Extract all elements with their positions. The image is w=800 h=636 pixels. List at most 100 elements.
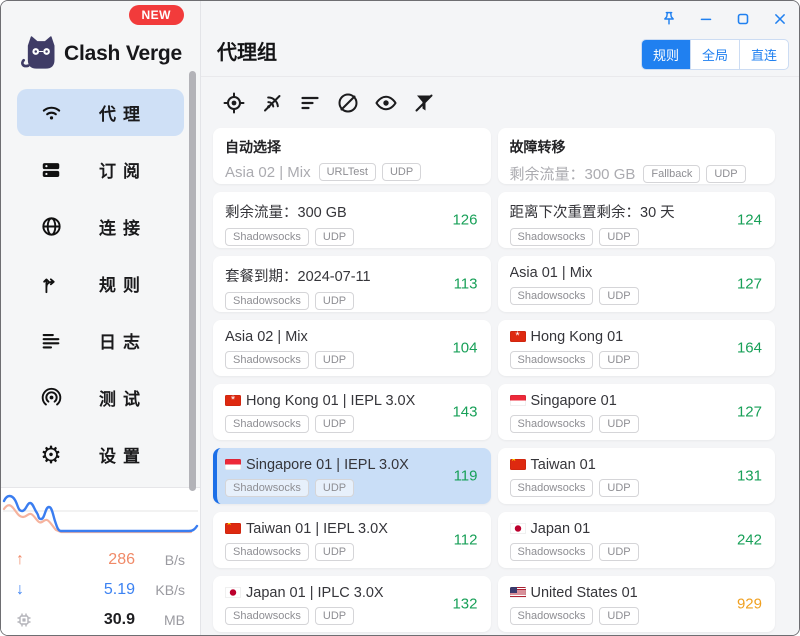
node-name: Asia 02 | Mix — [225, 329, 308, 345]
proxy-group-card-auto-select[interactable]: 自动选择 Asia 02 | Mix URLTest UDP — [213, 128, 491, 184]
filter-off-icon[interactable] — [411, 90, 437, 116]
protocol-chip: Shadowsocks — [225, 228, 309, 246]
page-title: 代理组 — [217, 36, 277, 65]
protocol-chip: Shadowsocks — [510, 351, 594, 369]
latency-value: 131 — [737, 468, 762, 485]
node-name: Japan 01 — [531, 521, 591, 537]
rules-icon — [39, 272, 63, 296]
memory-unit: MB — [135, 612, 185, 628]
sidebar-item-label: 测试 — [99, 385, 147, 410]
pin-icon[interactable] — [656, 6, 681, 31]
proxy-node-card[interactable]: Singapore 01 Shadowsocks UDP 127 — [498, 384, 776, 440]
udp-chip: UDP — [315, 228, 354, 246]
locate-icon[interactable] — [221, 90, 247, 116]
proxy-toolbar — [201, 77, 799, 116]
flag-sg-icon — [510, 395, 526, 406]
node-name: Japan 01 | IPLC 3.0X — [246, 585, 384, 601]
udp-chip: UDP — [315, 415, 354, 433]
tab-direct-mode[interactable]: 直连 — [739, 40, 788, 69]
flag-jp-icon — [225, 587, 241, 598]
flag-us-icon — [510, 587, 526, 598]
sidebar-item-connections[interactable]: 连接 — [17, 203, 184, 250]
protocol-chip: Shadowsocks — [510, 287, 594, 305]
sidebar-item-proxies[interactable]: 代理 — [17, 89, 184, 136]
upload-stat-row: ↑ 286 B/s — [1, 545, 200, 575]
node-name: Taiwan 01 | IEPL 3.0X — [246, 521, 388, 537]
memory-chip-icon — [16, 612, 38, 628]
app-name: Clash Verge — [64, 42, 182, 66]
download-unit: KB/s — [135, 582, 185, 598]
new-badge[interactable]: NEW — [129, 5, 185, 25]
blind-mode-icon[interactable] — [335, 90, 361, 116]
proxy-node-card[interactable]: 剩余流量：300 GB Shadowsocks UDP 126 — [213, 192, 491, 248]
subscription-icon — [39, 158, 63, 182]
globe-icon — [39, 215, 63, 239]
protocol-chip: Shadowsocks — [510, 543, 594, 561]
proxy-node-card[interactable]: Hong Kong 01 Shadowsocks UDP 164 — [498, 320, 776, 376]
node-name: Singapore 01 — [531, 393, 617, 409]
sidebar-nav: 代理 订阅 连接 — [1, 89, 200, 478]
sidebar-item-rules[interactable]: 规则 — [17, 260, 184, 307]
latency-value: 127 — [737, 276, 762, 293]
udp-chip: UDP — [599, 479, 638, 497]
maximize-icon[interactable] — [730, 6, 755, 31]
proxy-node-card[interactable]: 距离下次重置剩余：30 天 Shadowsocks UDP 124 — [498, 192, 776, 248]
sidebar: NEW Clash Verge — [1, 1, 201, 635]
flag-hk-icon — [510, 331, 526, 342]
latency-value: 164 — [737, 340, 762, 357]
group-name: 自动选择 — [225, 137, 479, 157]
upload-unit: B/s — [135, 552, 185, 568]
proxy-node-card[interactable]: 套餐到期：2024-07-11 Shadowsocks UDP 113 — [213, 256, 491, 312]
proxy-node-card[interactable]: Taiwan 01 | IEPL 3.0X Shadowsocks UDP 11… — [213, 512, 491, 568]
sidebar-item-label: 订阅 — [99, 157, 147, 182]
proxy-node-card[interactable]: Hong Kong 01 | IEPL 3.0X Shadowsocks UDP… — [213, 384, 491, 440]
proxy-group-card-fallback[interactable]: 故障转移 剩余流量：300 GB Fallback UDP — [498, 128, 776, 184]
window-controls — [656, 6, 792, 31]
node-name: Taiwan 01 — [531, 457, 596, 473]
memory-value: 30.9 — [38, 611, 135, 629]
udp-chip: UDP — [599, 543, 638, 561]
proxy-node-card[interactable]: Japan 01 Shadowsocks UDP 242 — [498, 512, 776, 568]
minimize-icon[interactable] — [693, 6, 718, 31]
latency-value: 126 — [452, 212, 477, 229]
proxy-node-card[interactable]: Japan 01 | IPLC 3.0X Shadowsocks UDP 132 — [213, 576, 491, 632]
protocol-chip: Shadowsocks — [225, 479, 309, 497]
proxy-node-card[interactable]: Asia 01 | Mix Shadowsocks UDP 127 — [498, 256, 776, 312]
sidebar-item-test[interactable]: 测试 — [17, 374, 184, 421]
cat-logo-icon — [17, 34, 57, 74]
sidebar-item-settings[interactable]: ⚙ 设置 — [17, 431, 184, 478]
group-name: 故障转移 — [510, 137, 764, 157]
latency-value: 112 — [454, 532, 478, 549]
latency-value: 119 — [454, 468, 478, 485]
latency-value: 124 — [737, 212, 762, 229]
tab-rule-mode[interactable]: 规则 — [642, 40, 690, 69]
scrollbar-thumb[interactable] — [189, 71, 196, 491]
latency-test-icon[interactable] — [259, 90, 285, 116]
udp-chip: UDP — [315, 607, 354, 625]
sidebar-item-subscriptions[interactable]: 订阅 — [17, 146, 184, 193]
sidebar-item-logs[interactable]: 日志 — [17, 317, 184, 364]
eye-icon[interactable] — [373, 90, 399, 116]
sort-icon[interactable] — [297, 90, 323, 116]
proxy-node-card[interactable]: Taiwan 01 Shadowsocks UDP 131 — [498, 448, 776, 504]
close-icon[interactable] — [767, 6, 792, 31]
protocol-chip: Shadowsocks — [225, 607, 309, 625]
udp-chip: UDP — [599, 607, 638, 625]
protocol-chip: Shadowsocks — [510, 415, 594, 433]
memory-stat-row[interactable]: 30.9 MB — [1, 605, 200, 635]
latency-value: 132 — [452, 596, 477, 613]
udp-chip: UDP — [599, 351, 638, 369]
traffic-panel: ↑ 286 B/s ↓ 5.19 KB/s 30.9 MB — [1, 487, 200, 635]
proxy-node-card[interactable]: Asia 02 | Mix Shadowsocks UDP 104 — [213, 320, 491, 376]
proxy-node-card-selected[interactable]: Singapore 01 | IEPL 3.0X Shadowsocks UDP… — [213, 448, 491, 504]
sidebar-item-label: 连接 — [99, 214, 147, 239]
tab-global-mode[interactable]: 全局 — [690, 40, 739, 69]
latency-value: 113 — [454, 276, 478, 293]
udp-chip: UDP — [382, 163, 421, 181]
node-name: Hong Kong 01 | IEPL 3.0X — [246, 393, 415, 409]
wifi-icon — [39, 101, 63, 125]
proxy-node-card[interactable]: United States 01 Shadowsocks UDP 929 — [498, 576, 776, 632]
protocol-chip: Shadowsocks — [225, 292, 309, 310]
protocol-chip: Shadowsocks — [225, 351, 309, 369]
node-name: Asia 01 | Mix — [510, 265, 593, 281]
